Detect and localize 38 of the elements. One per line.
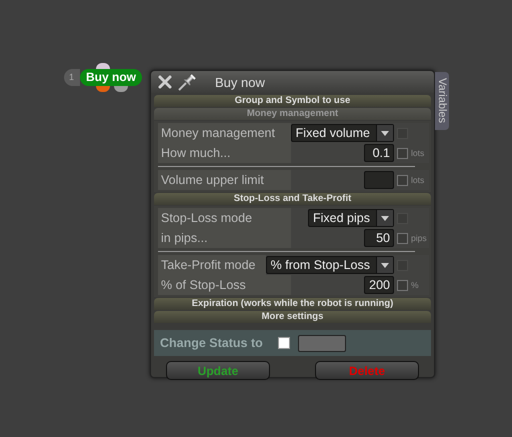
checkbox[interactable]: [397, 148, 408, 158]
section-header[interactable]: Expiration (works while the robot is running): [154, 298, 431, 310]
status-label: Change Status to: [160, 336, 264, 350]
field-label: in pips...: [158, 228, 291, 248]
number-field[interactable]: [364, 171, 394, 189]
caret-icon[interactable]: [376, 210, 393, 226]
caret-icon[interactable]: [376, 257, 393, 273]
close-icon[interactable]: [157, 74, 173, 90]
checkbox[interactable]: [397, 280, 408, 290]
section-header[interactable]: Stop-Loss and Take-Profit: [154, 193, 431, 205]
output-connector-icon[interactable]: [96, 86, 110, 92]
field-label: % of Stop-Loss: [158, 275, 291, 295]
field-label: Money management: [158, 123, 291, 143]
unit-label: %: [411, 280, 420, 290]
unit-label: lots: [411, 148, 426, 158]
node-number: 1: [64, 69, 80, 86]
node-label: Buy now: [80, 69, 142, 86]
input-connector-icon[interactable]: [96, 63, 110, 69]
section-header[interactable]: More settings: [154, 311, 431, 323]
unit-label: pips: [411, 233, 428, 243]
window-title: Buy now: [215, 74, 265, 90]
number-field[interactable]: 0.1: [364, 144, 394, 162]
number-field[interactable]: 50: [364, 229, 394, 247]
side-tab[interactable]: Variables: [435, 72, 449, 130]
number-field[interactable]: 200: [364, 276, 394, 294]
checkbox[interactable]: [278, 337, 290, 349]
field-label: Volume upper limit: [158, 170, 291, 190]
pin-icon[interactable]: [177, 73, 197, 91]
unit-label: lots: [411, 175, 426, 185]
field-label: Take-Profit mode: [158, 255, 266, 275]
output-connector-icon[interactable]: [114, 86, 128, 92]
checkbox[interactable]: [397, 174, 408, 186]
status-field[interactable]: [298, 334, 346, 352]
field-label: Stop-Loss mode: [158, 208, 291, 228]
caret-icon[interactable]: [376, 125, 393, 141]
section-header[interactable]: Group and Symbol to use: [154, 95, 431, 107]
checkbox[interactable]: [397, 232, 408, 244]
field-label: How much...: [158, 143, 291, 163]
